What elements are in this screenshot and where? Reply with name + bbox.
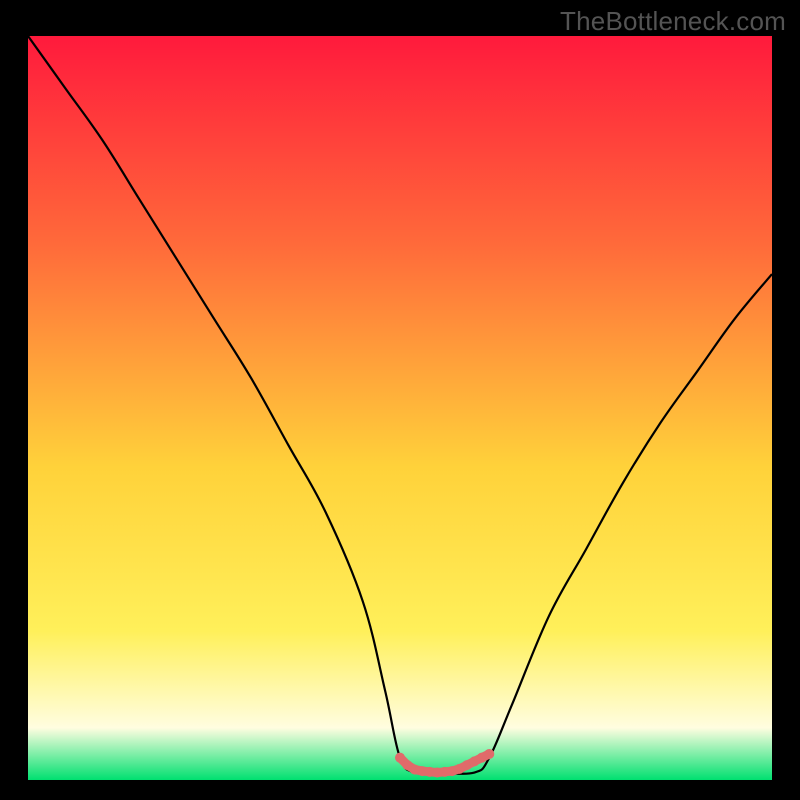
sweet-spot-point [395, 753, 405, 763]
gradient-background [28, 36, 772, 780]
plot-area [28, 36, 772, 780]
chart-frame: TheBottleneck.com [0, 0, 800, 800]
watermark-label: TheBottleneck.com [560, 6, 786, 37]
sweet-spot-point [484, 749, 494, 759]
bottleneck-chart [28, 36, 772, 780]
